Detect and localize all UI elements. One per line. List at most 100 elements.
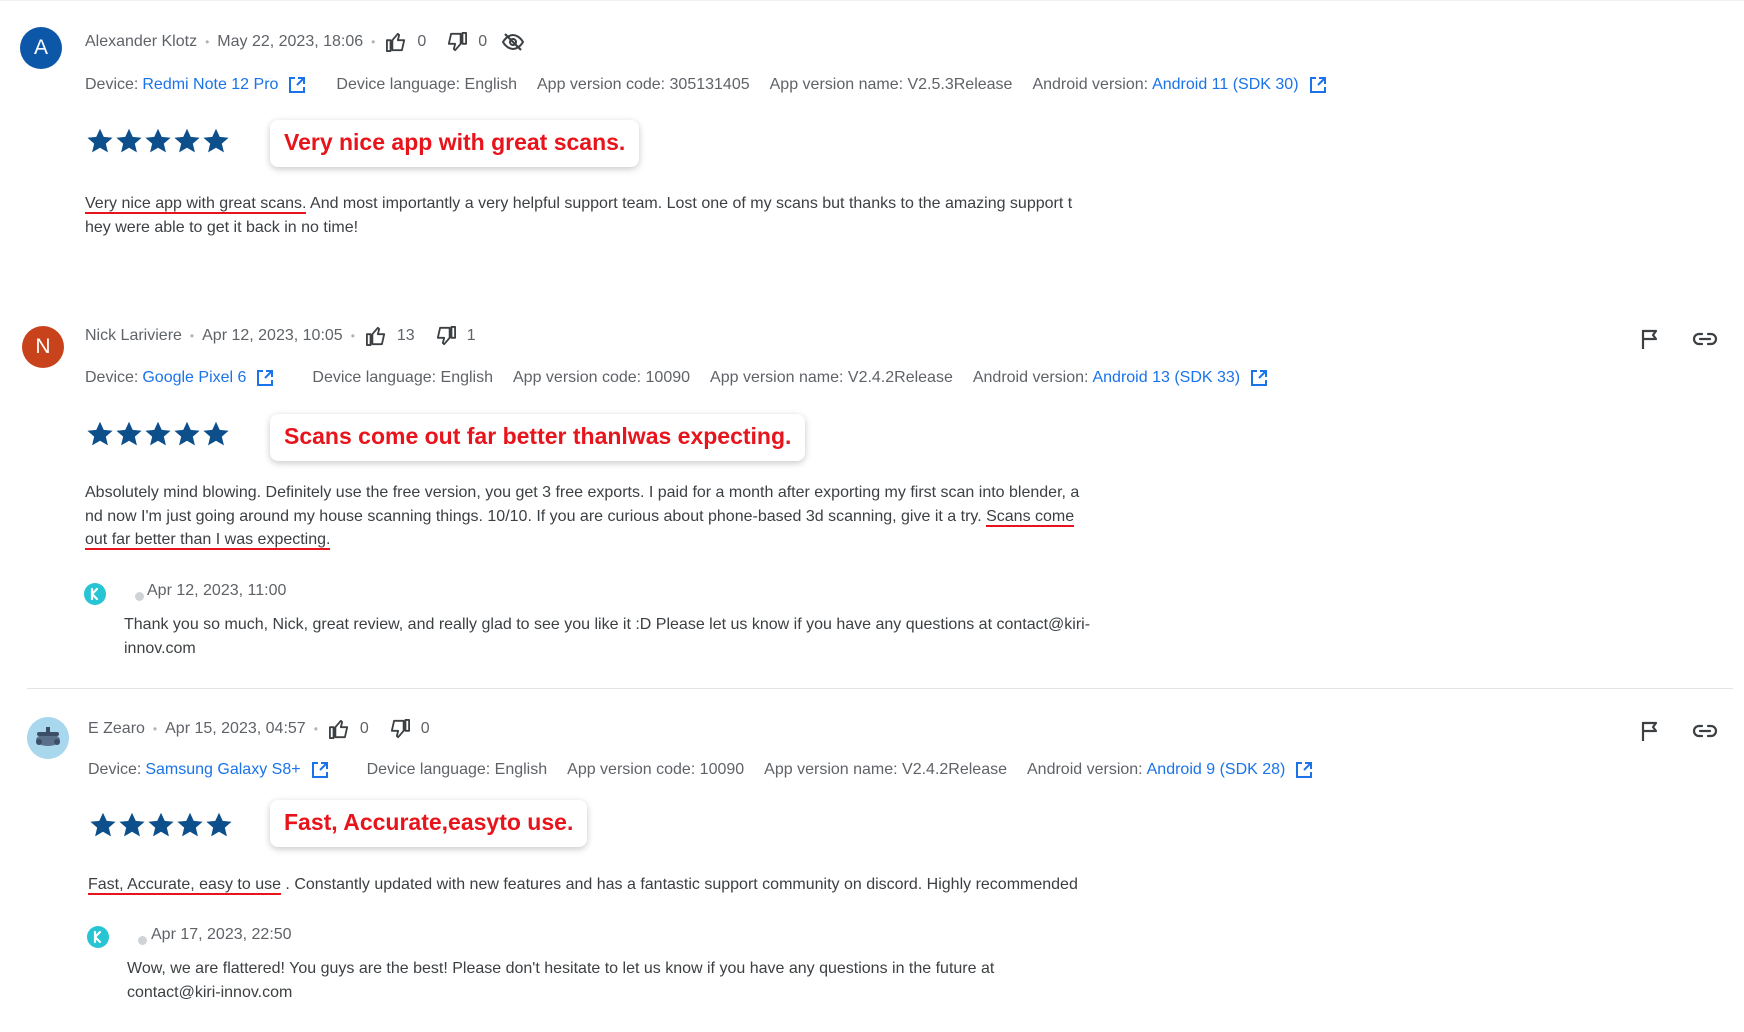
link-icon[interactable] (1692, 326, 1718, 352)
android-version-link[interactable]: Android 11 (SDK 30) (1152, 76, 1298, 94)
star-rating (86, 127, 231, 155)
flag-icon[interactable] (1637, 326, 1663, 352)
device-info-row: Device: Redmi Note 12 Pro Device languag… (85, 73, 1347, 97)
underlined-text: Fast, Accurate, easy to use (88, 876, 281, 895)
app-version-code-field: App version code: 10090 (567, 761, 745, 778)
star-icon (116, 421, 142, 446)
app-version-name-field: App version name: V2.4.2Release (710, 369, 953, 386)
review-date: May 22, 2023, 18:06 (217, 33, 364, 50)
flag-icon[interactable] (1637, 718, 1663, 744)
underlined-text: out far better than I was expecting. (85, 531, 331, 550)
separator-dot: • (189, 329, 195, 343)
thumbs-up-count: 0 (417, 33, 427, 50)
avatar: A (20, 27, 62, 69)
thumbs-down-icon (436, 326, 456, 346)
device-language-field: Device language: English (336, 76, 517, 93)
app-version-name-value: V2.5.3Release (907, 76, 1013, 93)
star-icon (90, 812, 116, 837)
review-divider (27, 688, 1733, 689)
review-text-plain: Absolutely mind blowing. Definitely use … (85, 484, 1080, 525)
eye-off-icon[interactable] (501, 32, 525, 52)
thumbs-down-button[interactable]: 0 (446, 32, 487, 52)
open-in-new-icon[interactable] (256, 369, 274, 387)
device-info-row: Device: Google Pixel 6 Device language: … (85, 366, 1288, 390)
star-icon (206, 812, 232, 837)
author-name: E Zearo (88, 720, 145, 737)
app-version-name-field: App version name: V2.4.2Release (764, 761, 1007, 778)
thumbs-down-count: 1 (466, 327, 476, 344)
thumbs-up-button[interactable]: 0 (328, 719, 369, 739)
review-text: Fast, Accurate, easy to use . Constantly… (88, 873, 1208, 897)
thumbs-up-button[interactable]: 0 (385, 32, 426, 52)
review-meta: Nick Lariviere • Apr 12, 2023, 10:05 • 1… (85, 324, 494, 348)
device-language-value: English (464, 76, 517, 93)
device-link[interactable]: Google Pixel 6 (142, 369, 246, 387)
device-link[interactable]: Redmi Note 12 Pro (142, 76, 278, 94)
app-version-code-value: 10090 (645, 369, 691, 386)
device-field: Device: Samsung Galaxy S8+ (88, 761, 329, 779)
thumbs-up-count: 0 (359, 720, 369, 737)
open-in-new-icon[interactable] (1295, 761, 1313, 779)
review-meta: E Zearo • Apr 15, 2023, 04:57 • 0 0 (88, 717, 448, 741)
highlight-callout: Scans come out far better thanlwas expec… (270, 414, 806, 461)
open-in-new-icon[interactable] (1250, 369, 1268, 387)
reply-date: Apr 17, 2023, 22:50 (151, 926, 292, 943)
author-name: Nick Lariviere (85, 327, 182, 344)
app-version-code-field: App version code: 10090 (513, 369, 691, 386)
star-icon (177, 812, 203, 837)
link-icon[interactable] (1692, 718, 1718, 744)
star-icon (174, 421, 200, 446)
device-label: Device: (85, 369, 139, 386)
app-version-code-field: App version code: 305131405 (537, 76, 750, 93)
review-text: Very nice app with great scans. And most… (85, 192, 1205, 239)
review-meta: Alexander Klotz • May 22, 2023, 18:06 • … (85, 30, 525, 54)
device-language-value: English (440, 369, 493, 386)
star-rating (86, 420, 231, 448)
thumbs-down-count: 0 (478, 33, 488, 50)
author-name: Alexander Klotz (85, 33, 198, 50)
review-date: Apr 12, 2023, 10:05 (202, 327, 343, 344)
highlight-callout: Very nice app with great scans. (270, 120, 640, 167)
star-icon (174, 128, 200, 153)
review-text-rest: . Constantly updated with new features a… (280, 876, 1078, 893)
thumbs-up-count: 13 (396, 327, 415, 344)
status-dot (138, 936, 147, 945)
open-in-new-icon[interactable] (288, 76, 306, 94)
open-in-new-icon[interactable] (1309, 76, 1327, 94)
device-link[interactable]: Samsung Galaxy S8+ (145, 761, 300, 779)
android-version-field: Android version: Android 13 (SDK 33) (973, 369, 1268, 387)
star-icon (119, 812, 145, 837)
app-version-code-value: 305131405 (669, 76, 750, 93)
review-card: A Alexander Klotz • May 22, 2023, 18:06 … (0, 0, 1744, 260)
star-rating (89, 811, 234, 839)
device-label: Device: (85, 76, 139, 93)
star-icon (87, 421, 113, 446)
thumbs-down-button[interactable]: 0 (389, 719, 430, 739)
highlight-callout: Fast, Accurate,easyto use. (270, 800, 588, 847)
separator-dot: • (152, 722, 158, 736)
android-version-link[interactable]: Android 9 (SDK 28) (1147, 761, 1286, 779)
underlined-text: Scans come (986, 507, 1075, 527)
star-icon (148, 812, 174, 837)
separator-dot: • (205, 35, 210, 49)
separator-dot: • (313, 722, 318, 736)
android-version-field: Android version: Android 9 (SDK 28) (1027, 761, 1313, 779)
device-language-field: Device language: English (366, 761, 548, 778)
avatar (27, 717, 69, 759)
thumbs-down-button[interactable]: 1 (435, 326, 476, 346)
reply-text: Wow, we are flattered! You guys are the … (127, 960, 995, 1001)
thumbs-down-count: 0 (420, 720, 430, 737)
open-in-new-icon[interactable] (311, 761, 329, 779)
separator-dot: • (350, 329, 355, 343)
status-dot (135, 592, 144, 601)
thumbs-up-button[interactable]: 13 (365, 326, 415, 346)
reply-text: Thank you so much, Nick, great review, a… (124, 616, 1091, 657)
android-version-link[interactable]: Android 13 (SDK 33) (1092, 369, 1240, 387)
thumbs-up-icon (386, 32, 406, 52)
star-icon (203, 421, 229, 446)
star-icon (203, 128, 229, 153)
app-version-name-value: V2.4.2Release (847, 369, 953, 386)
app-version-name-field: App version name: V2.5.3Release (769, 76, 1013, 93)
device-language-value: English (494, 761, 548, 778)
star-icon (87, 128, 113, 153)
